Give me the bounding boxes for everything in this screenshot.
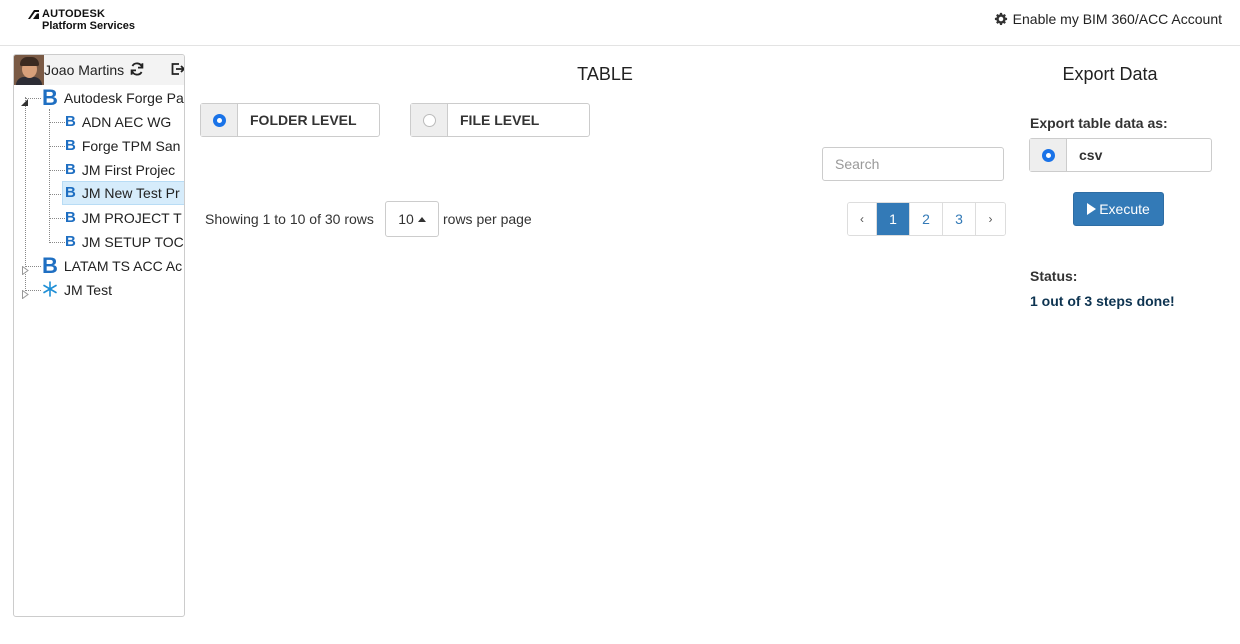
page-size-value: 10	[398, 211, 414, 227]
folder-level-option[interactable]: FOLDER LEVEL	[200, 103, 380, 137]
execute-label: Execute	[1099, 201, 1150, 217]
status-label: Status:	[1030, 268, 1078, 284]
execute-button[interactable]: Execute	[1073, 192, 1164, 226]
bim360-b-icon: B	[65, 137, 76, 154]
tree-node-label: JM New Test Pr	[81, 185, 180, 201]
page-2-button[interactable]: 2	[910, 203, 943, 235]
search-input[interactable]	[822, 147, 1004, 181]
export-title: Export Data	[1062, 64, 1158, 84]
logo-brand: AUTODESK	[42, 8, 106, 20]
bim360-b-icon: B	[65, 233, 76, 250]
gear-icon	[994, 12, 1008, 26]
radio-selected-icon[interactable]	[212, 113, 226, 127]
export-format-label: Export table data as:	[1030, 115, 1168, 131]
enable-link-label: Enable my BIM 360/ACC Account	[1012, 11, 1222, 27]
user-name: Joao Martins	[44, 62, 125, 78]
caret-up-icon	[417, 216, 426, 222]
tree-node-project-selected[interactable]: B JM New Test Pr	[62, 181, 184, 205]
bim360-b-icon: B	[65, 209, 76, 226]
app-header: AUTODESK Platform Services Enable my BIM…	[0, 0, 1240, 46]
logo-subtitle: Platform Services	[42, 20, 135, 32]
file-level-option[interactable]: FILE LEVEL	[410, 103, 590, 137]
tree-node-project[interactable]: B JM First Projec	[65, 158, 175, 182]
page-1-button[interactable]: 1	[877, 203, 910, 235]
tree-node-label: ADN AEC WG	[81, 114, 172, 130]
hubs-tree-panel: Joao Martins B Autodesk Forge Pa B ADN A…	[13, 54, 185, 617]
bim360-b-icon: B	[65, 161, 76, 178]
prev-page-button[interactable]: ‹	[848, 203, 877, 235]
tree-node-hub[interactable]: B LATAM TS ACC Ac	[42, 254, 182, 278]
radio-selected-icon[interactable]	[1041, 148, 1055, 162]
tree-node-label: Autodesk Forge Pa	[63, 90, 184, 106]
status-value: 1 out of 3 steps done!	[1030, 293, 1175, 309]
pagination: ‹ 1 2 3 ›	[847, 202, 1006, 236]
enable-bim360-link[interactable]: Enable my BIM 360/ACC Account	[994, 11, 1222, 27]
tree-node-project[interactable]: B ADN AEC WG	[65, 110, 171, 134]
csv-label: csv	[1079, 147, 1103, 163]
tree-node-hub[interactable]: B Autodesk Forge Pa	[42, 86, 184, 110]
tree-node-project[interactable]: B JM SETUP TOC	[65, 230, 184, 254]
expand-toggle-icon[interactable]	[22, 286, 29, 302]
folder-level-label: FOLDER LEVEL	[250, 112, 357, 128]
logout-icon[interactable]	[170, 61, 184, 80]
collapse-toggle-icon[interactable]	[21, 94, 29, 110]
avatar	[14, 55, 44, 85]
expand-toggle-icon[interactable]	[22, 262, 29, 278]
page-size-dropdown[interactable]: 10	[385, 201, 439, 237]
bim360-b-icon: B	[42, 253, 58, 278]
snowflake-icon	[42, 280, 58, 300]
tree-node-project[interactable]: B Forge TPM San	[65, 134, 180, 158]
rows-per-page-label: rows per page	[443, 211, 532, 227]
tree-node-label: JM PROJECT T	[81, 210, 182, 226]
tree-node-label: JM SETUP TOC	[81, 234, 184, 250]
table-title: TABLE	[577, 64, 633, 84]
bim360-b-icon: B	[42, 85, 58, 110]
tree-node-label: JM First Projec	[81, 162, 176, 178]
radio-unselected-icon[interactable]	[422, 113, 436, 127]
bim360-b-icon: B	[65, 184, 76, 201]
autodesk-mark-icon	[28, 10, 39, 19]
user-bar: Joao Martins	[14, 55, 184, 85]
tree-node-label: Forge TPM San	[81, 138, 181, 154]
page-3-button[interactable]: 3	[943, 203, 976, 235]
tree-node-hub[interactable]: JM Test	[42, 278, 112, 302]
next-page-button[interactable]: ›	[976, 203, 1005, 235]
autodesk-logo: AUTODESK Platform Services	[28, 9, 135, 32]
tree-node-label: JM Test	[64, 282, 112, 298]
tree-node-label: LATAM TS ACC Ac	[63, 258, 183, 274]
showing-rows-text: Showing 1 to 10 of 30 rows	[205, 211, 374, 227]
tree-node-project[interactable]: B JM PROJECT T	[65, 206, 182, 230]
play-icon	[1087, 203, 1097, 215]
bim360-b-icon: B	[65, 113, 76, 130]
file-level-label: FILE LEVEL	[460, 112, 540, 128]
csv-option[interactable]: csv	[1029, 138, 1212, 172]
refresh-icon[interactable]	[129, 61, 145, 80]
